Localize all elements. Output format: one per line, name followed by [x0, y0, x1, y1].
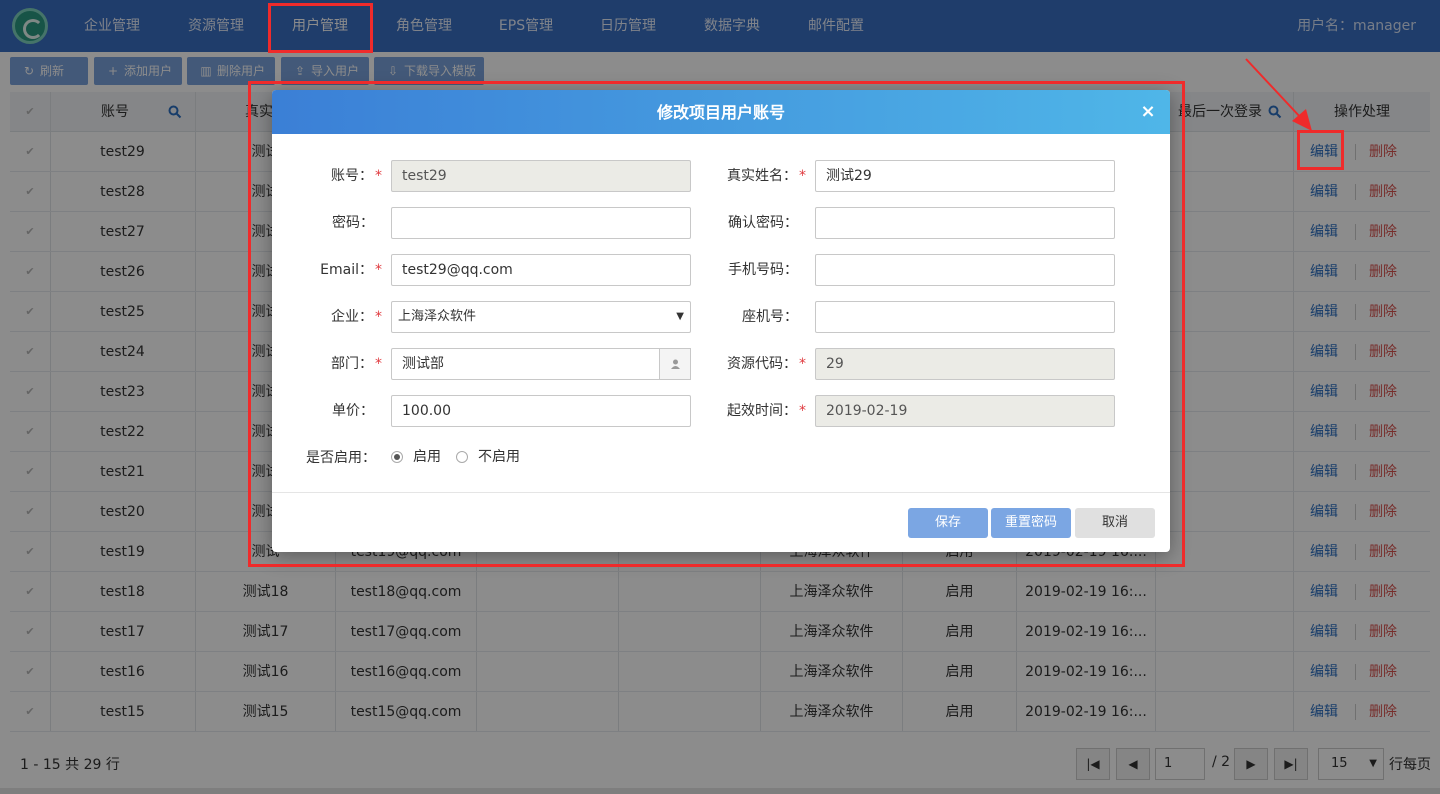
annotation-box-edit — [1297, 130, 1344, 170]
annotation-box-dialog — [248, 81, 1185, 567]
annotation-box-nav — [268, 3, 373, 53]
arrow-annotation-icon — [1245, 58, 1312, 131]
